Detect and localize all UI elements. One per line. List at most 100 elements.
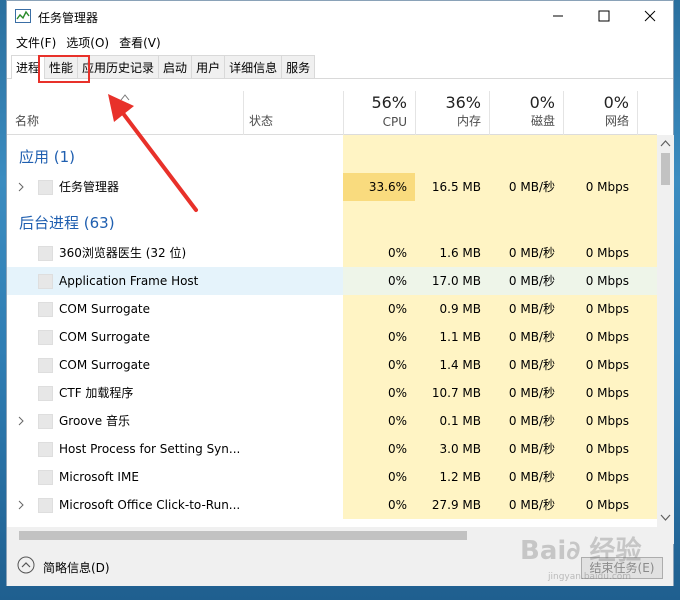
- expand-icon[interactable]: [17, 500, 25, 510]
- process-name: 任务管理器: [59, 180, 120, 194]
- menu-view[interactable]: 查看(V): [114, 31, 166, 53]
- network-cell: 0 Mbps: [563, 407, 637, 435]
- menu-file[interactable]: 文件(F): [11, 31, 61, 53]
- window-title: 任务管理器: [38, 11, 99, 25]
- memory-cell: 1.1 MB: [415, 323, 489, 351]
- horizontal-scrollbar[interactable]: [7, 527, 657, 544]
- fewer-details-link[interactable]: 简略信息(D): [43, 559, 110, 576]
- table-row[interactable]: Host Process for Setting Syn... 0% 3.0 M…: [7, 435, 657, 463]
- header-name[interactable]: 名称: [7, 91, 243, 135]
- process-icon: [38, 386, 53, 401]
- disk-cell: 0 MB/秒: [489, 379, 563, 407]
- vertical-scroll-thumb[interactable]: [661, 153, 670, 185]
- process-name: Microsoft IME: [59, 470, 139, 484]
- table-row[interactable]: Microsoft IME 0% 1.2 MB 0 MB/秒 0 Mbps: [7, 463, 657, 491]
- tab-performance[interactable]: 性能: [44, 55, 79, 78]
- minimize-button[interactable]: [535, 1, 581, 31]
- header-cpu[interactable]: 56% CPU: [343, 91, 415, 135]
- table-row[interactable]: Groove 音乐 0% 0.1 MB 0 MB/秒 0 Mbps: [7, 407, 657, 435]
- expand-icon[interactable]: [17, 182, 25, 192]
- process-icon: [38, 330, 53, 345]
- minimize-icon: [553, 15, 563, 17]
- header-disk[interactable]: 0% 磁盘: [489, 91, 563, 135]
- memory-cell: 1.2 MB: [415, 463, 489, 491]
- task-manager-window: 任务管理器 文件(F) 选项(O) 查看(V) 进程 性能 应用历史记录 启动 …: [6, 0, 674, 586]
- table-row[interactable]: 360浏览器医生 (32 位) 0% 1.6 MB 0 MB/秒 0 Mbps: [7, 239, 657, 267]
- column-header: 名称 状态 56% CPU 36% 内存 0% 磁盘 0% 网络: [7, 91, 657, 135]
- memory-label: 内存: [456, 114, 481, 128]
- disk-cell: 0 MB/秒: [489, 463, 563, 491]
- process-icon: [38, 414, 53, 429]
- memory-cell: 0.1 MB: [415, 407, 489, 435]
- memory-cell: 10.7 MB: [415, 379, 489, 407]
- cpu-cell: 0%: [343, 435, 415, 463]
- memory-cell: 27.9 MB: [415, 491, 489, 519]
- collapse-up-icon[interactable]: [17, 556, 35, 574]
- cpu-cell: 0%: [343, 239, 415, 267]
- cpu-cell: 33.6%: [343, 173, 415, 201]
- maximize-button[interactable]: [581, 1, 627, 31]
- process-name: CTF 加载程序: [59, 386, 134, 400]
- process-name: Groove 音乐: [59, 414, 130, 428]
- memory-cell: 1.6 MB: [415, 239, 489, 267]
- process-icon: [38, 180, 53, 195]
- vertical-scrollbar[interactable]: [657, 135, 674, 527]
- tab-app-history[interactable]: 应用历史记录: [77, 55, 160, 78]
- table-row[interactable]: Microsoft Office Click-to-Run... 0% 27.9…: [7, 491, 657, 519]
- cpu-cell: 0%: [343, 351, 415, 379]
- title-bar[interactable]: 任务管理器: [7, 1, 673, 31]
- header-memory[interactable]: 36% 内存: [415, 91, 489, 135]
- table-row[interactable]: COM Surrogate 0% 1.4 MB 0 MB/秒 0 Mbps: [7, 351, 657, 379]
- maximize-icon: [598, 10, 610, 22]
- process-name: COM Surrogate: [59, 330, 151, 344]
- cpu-cell: 0%: [343, 379, 415, 407]
- disk-cell: 0 MB/秒: [489, 173, 563, 201]
- disk-cell: 0 MB/秒: [489, 239, 563, 267]
- header-status[interactable]: 状态: [243, 91, 343, 135]
- table-row[interactable]: Application Frame Host 0% 17.0 MB 0 MB/秒…: [7, 267, 657, 295]
- process-name: COM Surrogate: [59, 302, 151, 316]
- network-cell: 0 Mbps: [563, 173, 637, 201]
- scroll-down-icon[interactable]: [660, 513, 671, 522]
- process-list: 应用 (1) 任务管理器 33.6% 16.5 MB 0 MB/秒 0 Mbps…: [7, 135, 657, 527]
- network-cell: 0 Mbps: [563, 463, 637, 491]
- cpu-cell: 0%: [343, 267, 415, 295]
- memory-cell: 1.4 MB: [415, 351, 489, 379]
- cpu-cell: 0%: [343, 463, 415, 491]
- group-header-background: 后台进程 (63): [7, 201, 657, 239]
- tab-services[interactable]: 服务: [281, 55, 316, 78]
- disk-label: 磁盘: [530, 114, 555, 128]
- memory-cell: 3.0 MB: [415, 435, 489, 463]
- tab-processes[interactable]: 进程: [11, 55, 46, 79]
- close-button[interactable]: [627, 1, 673, 31]
- scrollbar-corner: [657, 527, 674, 544]
- tab-startup[interactable]: 启动: [158, 55, 193, 78]
- horizontal-scroll-thumb[interactable]: [19, 531, 467, 540]
- footer-bar: 简略信息(D) 结束任务(E): [7, 544, 673, 586]
- disk-percent: 0%: [529, 93, 555, 112]
- menu-options[interactable]: 选项(O): [61, 31, 114, 53]
- disk-cell: 0 MB/秒: [489, 323, 563, 351]
- expand-icon[interactable]: [17, 416, 25, 426]
- header-network[interactable]: 0% 网络: [563, 91, 637, 135]
- cpu-cell: 0%: [343, 407, 415, 435]
- disk-cell: 0 MB/秒: [489, 267, 563, 295]
- tab-details[interactable]: 详细信息: [224, 55, 283, 78]
- network-cell: 0 Mbps: [563, 351, 637, 379]
- process-name: 360浏览器医生 (32 位): [59, 246, 187, 260]
- memory-percent: 36%: [445, 93, 481, 112]
- scroll-up-icon[interactable]: [660, 139, 671, 148]
- disk-cell: 0 MB/秒: [489, 351, 563, 379]
- memory-cell: 0.9 MB: [415, 295, 489, 323]
- tab-users[interactable]: 用户: [191, 55, 226, 78]
- disk-cell: 0 MB/秒: [489, 295, 563, 323]
- table-row[interactable]: 任务管理器 33.6% 16.5 MB 0 MB/秒 0 Mbps: [7, 173, 657, 201]
- table-row[interactable]: CTF 加载程序 0% 10.7 MB 0 MB/秒 0 Mbps: [7, 379, 657, 407]
- end-task-button[interactable]: 结束任务(E): [581, 557, 663, 579]
- network-cell: 0 Mbps: [563, 435, 637, 463]
- table-row[interactable]: COM Surrogate 0% 1.1 MB 0 MB/秒 0 Mbps: [7, 323, 657, 351]
- network-cell: 0 Mbps: [563, 491, 637, 519]
- table-row[interactable]: COM Surrogate 0% 0.9 MB 0 MB/秒 0 Mbps: [7, 295, 657, 323]
- cpu-cell: 0%: [343, 295, 415, 323]
- menu-bar: 文件(F) 选项(O) 查看(V): [7, 31, 673, 53]
